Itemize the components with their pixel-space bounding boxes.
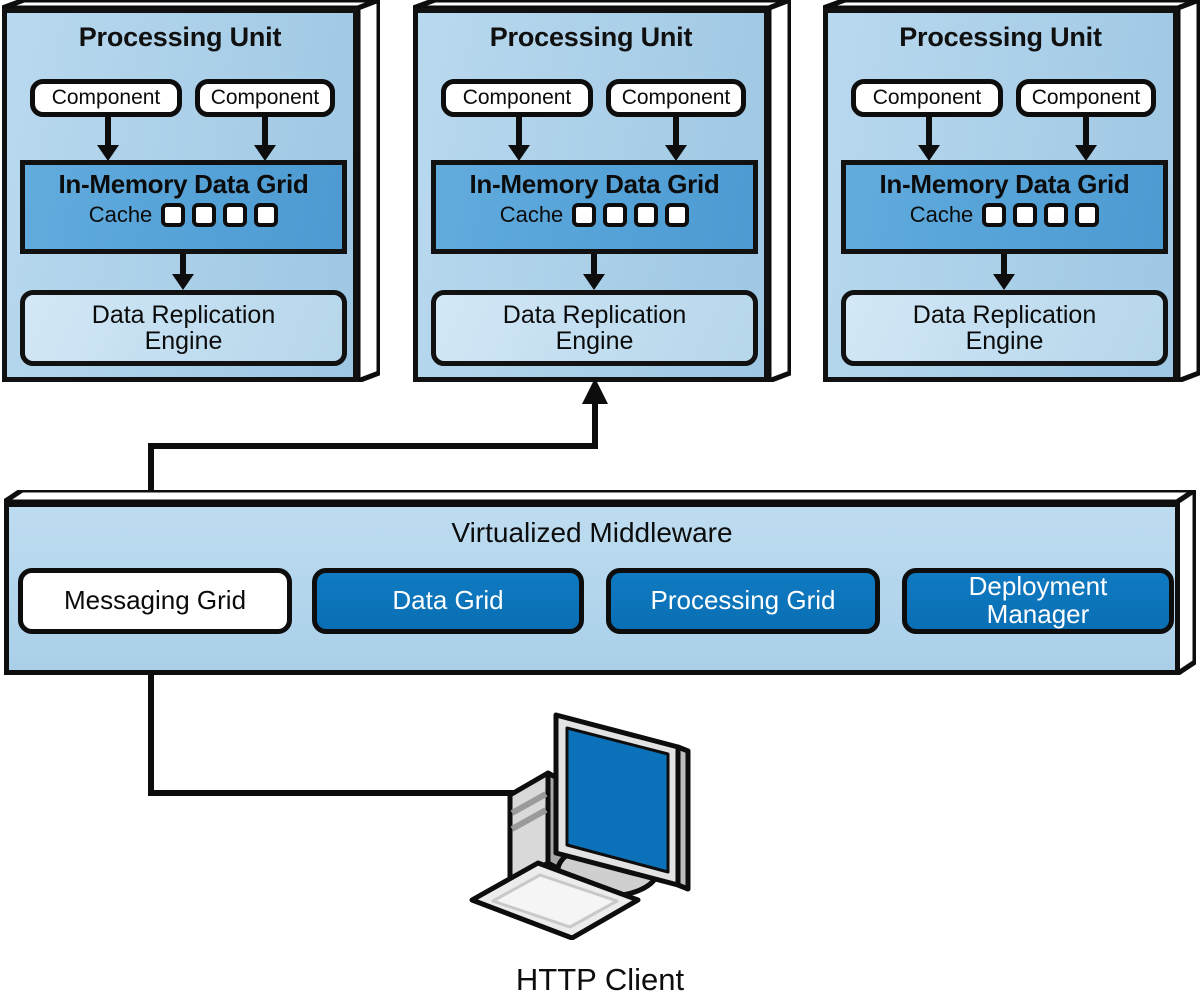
component-label: Component [210, 86, 320, 109]
data-replication-engine[interactable]: Data Replication Engine [20, 290, 347, 366]
data-grid-button[interactable]: Data Grid [312, 568, 584, 634]
cache-row: Cache [436, 202, 753, 228]
in-memory-data-grid-title: In-Memory Data Grid [879, 169, 1130, 199]
data-replication-engine[interactable]: Data Replication Engine [841, 290, 1168, 366]
cache-slot-icon [192, 203, 217, 227]
deployment-manager-label: Deployment Manager [968, 571, 1108, 629]
component-1-to-grid-arrow [97, 117, 119, 161]
cache-label: Cache [909, 202, 974, 227]
grid-to-replication-arrow [172, 254, 194, 290]
processing-unit-title: Processing Unit [78, 22, 282, 52]
messaging-grid-button[interactable]: Messaging Grid [18, 568, 292, 634]
cache-slot-icon [1044, 203, 1069, 227]
data-replication-engine-label: Data Replication Engine [912, 300, 1097, 355]
component-box-2[interactable]: Component [1016, 79, 1156, 117]
http-client[interactable] [460, 695, 730, 941]
component-label: Component [872, 86, 982, 109]
cache-slot-icon [1075, 203, 1100, 227]
cache-row: Cache [846, 202, 1163, 228]
messaging-grid-label: Messaging Grid [63, 585, 247, 616]
component-2-to-grid-arrow [1075, 117, 1097, 161]
data-replication-engine[interactable]: Data Replication Engine [431, 290, 758, 366]
middleware-title: Virtualized Middleware [451, 517, 733, 548]
processing-grid-button[interactable]: Processing Grid [606, 568, 880, 634]
data-replication-engine-label: Data Replication Engine [91, 300, 276, 355]
processing-grid-label: Processing Grid [650, 585, 836, 616]
grid-to-replication-arrow [583, 254, 605, 290]
component-box-1[interactable]: Component [851, 79, 1003, 117]
cache-slot-icon [1013, 203, 1038, 227]
cache-slot-icon [665, 203, 690, 227]
http-client-label: HTTP Client [515, 962, 685, 997]
desktop-computer-icon [469, 712, 691, 941]
component-label: Component [51, 86, 161, 109]
in-memory-data-grid-title: In-Memory Data Grid [58, 169, 309, 199]
deployment-manager-button[interactable]: Deployment Manager [902, 568, 1174, 634]
component-box-2[interactable]: Component [606, 79, 746, 117]
virtualized-middleware[interactable]: Virtualized Middleware Messaging Grid Da… [4, 490, 1196, 675]
cache-label: Cache [88, 202, 153, 227]
processing-unit-title: Processing Unit [489, 22, 693, 52]
processing-unit-title: Processing Unit [899, 22, 1102, 52]
component-box-1[interactable]: Component [30, 79, 182, 117]
component-2-to-grid-arrow [254, 117, 276, 161]
processing-unit-2[interactable]: Processing Unit Component Component In-M… [413, 0, 791, 382]
in-memory-data-grid[interactable]: In-Memory Data Grid Cache [841, 160, 1168, 254]
component-2-to-grid-arrow [665, 117, 687, 161]
data-replication-engine-label: Data Replication Engine [502, 300, 687, 355]
cache-row: Cache [25, 202, 342, 228]
cache-slot-icon [634, 203, 659, 227]
processing-unit-3[interactable]: Processing Unit Component Component In-M… [823, 0, 1200, 382]
cache-slot-icon [982, 203, 1007, 227]
cache-slot-icon [254, 203, 279, 227]
in-memory-data-grid[interactable]: In-Memory Data Grid Cache [431, 160, 758, 254]
cache-slot-icon [603, 203, 628, 227]
cache-label: Cache [499, 202, 564, 227]
diagram-canvas: Processing Unit Component Component In-M… [0, 0, 1200, 1008]
component-1-to-grid-arrow [918, 117, 940, 161]
grid-to-replication-arrow [993, 254, 1015, 290]
in-memory-data-grid[interactable]: In-Memory Data Grid Cache [20, 160, 347, 254]
component-box-1[interactable]: Component [441, 79, 593, 117]
processing-unit-1[interactable]: Processing Unit Component Component In-M… [2, 0, 380, 382]
component-label: Component [621, 86, 731, 109]
cache-slot-icon [572, 203, 597, 227]
component-1-to-grid-arrow [508, 117, 530, 161]
cache-slot-icon [161, 203, 186, 227]
component-label: Component [462, 86, 572, 109]
component-label: Component [1031, 86, 1141, 109]
in-memory-data-grid-title: In-Memory Data Grid [469, 169, 720, 199]
cache-slot-icon [223, 203, 248, 227]
data-grid-label: Data Grid [392, 585, 504, 616]
component-box-2[interactable]: Component [195, 79, 335, 117]
